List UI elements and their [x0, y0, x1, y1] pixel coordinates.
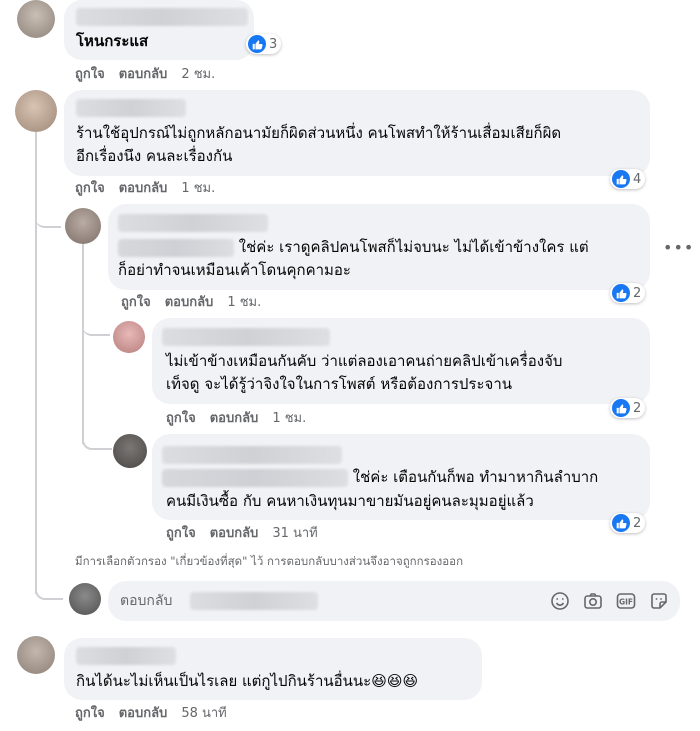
comment-text-line-1: ใช่ค่ะ เตือนกันก็พอ ทำมาหากินลำบาก	[162, 466, 598, 488]
like-button[interactable]: ถูกใจ	[75, 181, 105, 196]
comment-bubble: ร้านใช้อุปกรณ์ไม่ถูกหลักอนามัยก็ผิดส่วนห…	[64, 90, 650, 176]
reaction-count[interactable]: 2	[610, 398, 646, 418]
comment-text: โหนกระแส	[76, 32, 149, 50]
thread-connector-reply-3	[82, 432, 112, 450]
thread-connector-reply-1	[35, 212, 61, 228]
timestamp[interactable]: 31 นาที	[272, 526, 317, 541]
reply-button[interactable]: ตอบกลับ	[165, 295, 214, 310]
avatar[interactable]	[17, 636, 55, 674]
author-name-redacted[interactable]	[76, 99, 186, 117]
avatar[interactable]	[69, 583, 101, 615]
timestamp[interactable]: 2 ชม.	[181, 67, 215, 82]
timestamp[interactable]: 1 ชม.	[227, 295, 261, 310]
filter-notice: มีการเลือกตัวกรอง "เกี่ยวข้องที่สุด" ไว้…	[75, 554, 464, 568]
comment-text-line-1: ใช่ค่ะ เราดูคลิปคนโพสก็ไม่จบนะ ไม่ได้เข้…	[118, 236, 589, 258]
like-button[interactable]: ถูกใจ	[75, 706, 105, 721]
comment-actions: ถูกใจ ตอบกลับ 1 ชม.	[121, 294, 275, 312]
comment-bubble: กินได้นะไม่เห็นเป็นไรเลย แต่กูไปกินร้านอ…	[64, 638, 482, 700]
comment-text-line-2: อีกเรื่องนึง คนละเรื่องกัน	[76, 147, 233, 165]
reply-button[interactable]: ตอบกลับ	[119, 706, 168, 721]
reaction-count[interactable]: 4	[610, 169, 646, 189]
reply-button[interactable]: ตอบกลับ	[210, 526, 259, 541]
mentioned-name-redacted[interactable]	[118, 238, 234, 257]
comment-bubble: ใช่ค่ะ เตือนกันก็พอ ทำมาหากินลำบาก คนมีเ…	[152, 434, 650, 520]
reply-button[interactable]: ตอบกลับ	[210, 411, 259, 426]
like-button[interactable]: ถูกใจ	[75, 67, 105, 82]
reaction-count[interactable]: 2	[610, 283, 646, 303]
like-icon	[612, 170, 630, 188]
like-icon	[248, 35, 266, 53]
like-icon	[612, 399, 630, 417]
like-icon	[612, 284, 630, 302]
author-name-redacted[interactable]	[76, 8, 248, 26]
author-name-redacted[interactable]	[162, 446, 342, 464]
comment-text-line-2: เท็จดู จะได้รู้ว่าจิงใจในการโพสต์ หรือต้…	[166, 375, 513, 393]
reply-input[interactable]: ตอบกลับ GIF	[108, 581, 680, 621]
author-name-redacted[interactable]	[118, 214, 268, 232]
thread-line-nested	[82, 244, 84, 444]
emoji-icon[interactable]	[550, 591, 570, 611]
author-name-redacted[interactable]	[76, 647, 176, 665]
reply-to-name-redacted	[190, 592, 318, 610]
comment-actions: ถูกใจ ตอบกลับ 58 นาที	[75, 705, 241, 723]
comment-actions: ถูกใจ ตอบกลับ 1 ชม.	[75, 180, 229, 198]
sticker-icon[interactable]	[649, 591, 669, 611]
gif-icon[interactable]: GIF	[616, 591, 636, 611]
avatar[interactable]	[15, 90, 57, 132]
avatar[interactable]	[113, 321, 145, 353]
like-button[interactable]: ถูกใจ	[166, 526, 196, 541]
camera-icon[interactable]	[583, 591, 603, 611]
comment-text-line-2: คนมีเงินซื้อ กับ คนหาเงินทุนมาขายมันอยู่…	[166, 492, 534, 510]
reply-input-placeholder: ตอบกลับ	[120, 593, 173, 609]
reaction-count[interactable]: 3	[246, 34, 282, 54]
comment-actions: ถูกใจ ตอบกลับ 2 ชม.	[75, 66, 229, 84]
avatar[interactable]	[17, 0, 55, 38]
timestamp[interactable]: 1 ชม.	[272, 411, 306, 426]
like-button[interactable]: ถูกใจ	[121, 295, 151, 310]
avatar[interactable]	[113, 434, 147, 468]
reply-button[interactable]: ตอบกลับ	[119, 181, 168, 196]
comment-bubble: โหนกระแส	[64, 0, 254, 60]
comment-actions: ถูกใจ ตอบกลับ 1 ชม.	[166, 410, 320, 428]
thread-connector-reply-2	[82, 320, 110, 336]
reaction-count[interactable]: 2	[610, 513, 646, 533]
thread-line-main	[35, 132, 37, 594]
timestamp[interactable]: 1 ชม.	[181, 181, 215, 196]
comment-text-line-2: ก็อย่าทำจนเหมือนเค้าโดนคุกคามอะ	[118, 261, 351, 279]
mentioned-name-redacted[interactable]	[162, 468, 348, 487]
author-name-redacted[interactable]	[162, 328, 330, 346]
comment-actions: ถูกใจ ตอบกลับ 31 นาที	[166, 525, 332, 543]
reply-button[interactable]: ตอบกลับ	[119, 67, 168, 82]
comment-text-line-1: ไม่เข้าข้างเหมือนกันคับ ว่าแต่ลองเอาคนถ่…	[166, 352, 563, 370]
like-button[interactable]: ถูกใจ	[166, 411, 196, 426]
timestamp[interactable]: 58 นาที	[181, 706, 226, 721]
more-options-icon[interactable]: •••	[663, 238, 694, 257]
comment-text-line-1: ร้านใช้อุปกรณ์ไม่ถูกหลักอนามัยก็ผิดส่วนห…	[76, 124, 562, 142]
thread-connector-reply-box	[35, 582, 63, 600]
svg-text:GIF: GIF	[619, 598, 633, 607]
comment-bubble: ใช่ค่ะ เราดูคลิปคนโพสก็ไม่จบนะ ไม่ได้เข้…	[108, 204, 650, 290]
comment-bubble: ไม่เข้าข้างเหมือนกันคับ ว่าแต่ลองเอาคนถ่…	[152, 318, 650, 404]
like-icon	[612, 514, 630, 532]
avatar[interactable]	[65, 208, 101, 244]
comment-text: กินได้นะไม่เห็นเป็นไรเลย แต่กูไปกินร้านอ…	[76, 672, 419, 690]
